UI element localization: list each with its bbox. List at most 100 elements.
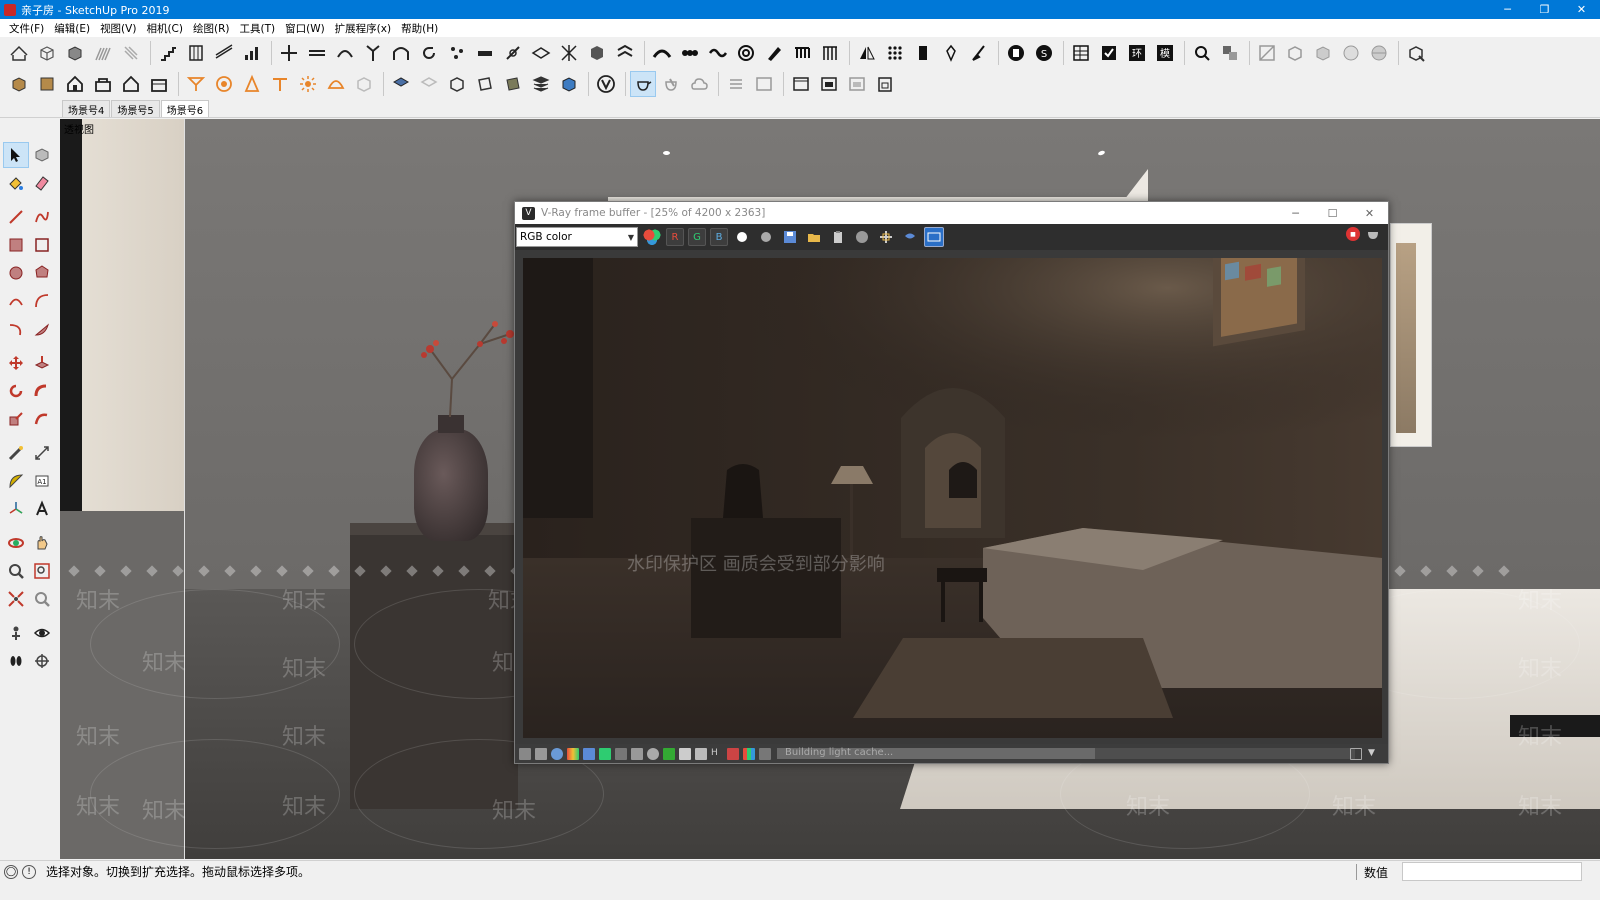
menu-extensions[interactable]: 扩展程序(x): [330, 21, 396, 36]
h-icon[interactable]: H: [711, 748, 723, 760]
extension-manager-icon[interactable]: [1403, 40, 1429, 66]
scene-interactor-icon[interactable]: [556, 71, 582, 97]
proxy-icon[interactable]: [416, 71, 442, 97]
protractor-icon[interactable]: [3, 468, 29, 494]
history-icon[interactable]: [519, 747, 531, 760]
pin-icon[interactable]: [938, 40, 964, 66]
lock-frame-icon[interactable]: [872, 71, 898, 97]
color-correction-icon[interactable]: [567, 747, 579, 760]
door-icon[interactable]: [910, 40, 936, 66]
lut-icon[interactable]: [599, 747, 611, 760]
double-line-icon[interactable]: [304, 40, 330, 66]
import-proxy-icon[interactable]: [528, 71, 554, 97]
solid-block-icon[interactable]: [584, 40, 610, 66]
menu-help[interactable]: 帮助(H): [396, 21, 443, 36]
vfb-close-button[interactable]: ✕: [1351, 202, 1388, 224]
pencil-bar-icon[interactable]: [761, 40, 787, 66]
alpha-white-icon[interactable]: [732, 227, 752, 247]
dome-light-icon[interactable]: [323, 71, 349, 97]
select-tool-icon[interactable]: [3, 142, 29, 168]
cloud-render-icon[interactable]: [686, 71, 712, 97]
curve-arrow-icon[interactable]: [332, 40, 358, 66]
walk-tool-icon[interactable]: [3, 648, 29, 674]
node-icon[interactable]: [500, 40, 526, 66]
info-icon[interactable]: !: [22, 864, 36, 879]
circle-tool-icon[interactable]: [3, 260, 29, 286]
rail-icon[interactable]: [211, 40, 237, 66]
offset-tool-icon[interactable]: [29, 406, 55, 432]
frame-icon[interactable]: [759, 747, 771, 760]
load-image-icon[interactable]: [804, 227, 824, 247]
two-point-arc-icon[interactable]: [29, 288, 55, 314]
frame-buffer-icon[interactable]: [751, 71, 777, 97]
rotate-tool-icon[interactable]: [3, 378, 29, 404]
ball-icon[interactable]: [1338, 40, 1364, 66]
menu-window[interactable]: 窗口(W): [280, 21, 330, 36]
interactive-render-icon[interactable]: [658, 71, 684, 97]
fur-icon[interactable]: [444, 71, 470, 97]
green-channel-button[interactable]: G: [688, 228, 706, 246]
window-gray-icon[interactable]: [844, 71, 870, 97]
comb-icon[interactable]: [789, 40, 815, 66]
scene-tab-4[interactable]: 场景号4: [62, 100, 111, 117]
arch-icon[interactable]: [388, 40, 414, 66]
table-icon[interactable]: [1068, 40, 1094, 66]
axes-tool-icon[interactable]: [3, 496, 29, 522]
layers-icon[interactable]: [535, 747, 547, 760]
top-view-icon[interactable]: [34, 71, 60, 97]
chevron-down-icon[interactable]: ▼: [1368, 748, 1380, 760]
paint-bucket-icon[interactable]: [3, 170, 29, 196]
geo-location-icon[interactable]: ◯: [4, 864, 18, 879]
hatch-icon[interactable]: [118, 40, 144, 66]
restore-button[interactable]: ❐: [1526, 0, 1563, 19]
stamp-icon[interactable]: [583, 747, 595, 760]
solid-box-icon[interactable]: [62, 40, 88, 66]
layer-stack-icon[interactable]: [528, 40, 554, 66]
vray-logo-icon[interactable]: [593, 71, 619, 97]
mesh-light-icon[interactable]: [351, 71, 377, 97]
move-tool-icon[interactable]: [3, 350, 29, 376]
branch-icon[interactable]: [360, 40, 386, 66]
arc-tool-icon[interactable]: [3, 288, 29, 314]
scale-tool-icon[interactable]: [3, 406, 29, 432]
zoom-tool-icon[interactable]: [3, 558, 29, 584]
rectangle-tool-icon[interactable]: [3, 232, 29, 258]
front-view-icon[interactable]: [62, 71, 88, 97]
menu-tools[interactable]: 工具(T): [234, 21, 280, 36]
fence-icon[interactable]: [817, 40, 843, 66]
box-icon[interactable]: [34, 40, 60, 66]
omni-light-icon[interactable]: [183, 71, 209, 97]
zoom-window-icon[interactable]: [29, 558, 55, 584]
three-point-arc-icon[interactable]: [3, 316, 29, 342]
grid-cross-icon[interactable]: [556, 40, 582, 66]
search-3d-icon[interactable]: [1189, 40, 1215, 66]
export-proxy-icon[interactable]: [500, 71, 526, 97]
chain-icon[interactable]: [677, 40, 703, 66]
render-teapot-icon[interactable]: [630, 70, 656, 97]
render-teapot-icon[interactable]: [1366, 227, 1382, 241]
clear-image-icon[interactable]: [828, 227, 848, 247]
freehand-tool-icon[interactable]: [29, 204, 55, 230]
scatter-icon[interactable]: [444, 40, 470, 66]
array-dots-icon[interactable]: [882, 40, 908, 66]
iso-view-icon[interactable]: [6, 71, 32, 97]
path-tool-icon[interactable]: [276, 40, 302, 66]
components-icon[interactable]: [1217, 40, 1243, 66]
ball-cut-icon[interactable]: [1366, 40, 1392, 66]
menu-draw[interactable]: 绘图(R): [188, 21, 235, 36]
section-cube-icon[interactable]: [1282, 40, 1308, 66]
flat-bar-icon[interactable]: [472, 40, 498, 66]
follow-me-icon[interactable]: [29, 378, 55, 404]
sphere-light-icon[interactable]: [211, 71, 237, 97]
green-channel-icon[interactable]: [663, 747, 675, 760]
color-channels-icon[interactable]: [642, 227, 662, 247]
fan-icon[interactable]: [90, 40, 116, 66]
blue-channel-button[interactable]: B: [710, 228, 728, 246]
wave-icon[interactable]: [705, 40, 731, 66]
rotate-arrow-icon[interactable]: [416, 40, 442, 66]
curves-icon[interactable]: [615, 747, 627, 760]
close-button[interactable]: ✕: [1563, 0, 1600, 19]
dimension-tool-icon[interactable]: [29, 440, 55, 466]
section-plane-tool-icon[interactable]: [29, 648, 55, 674]
info-icon[interactable]: [551, 747, 563, 760]
